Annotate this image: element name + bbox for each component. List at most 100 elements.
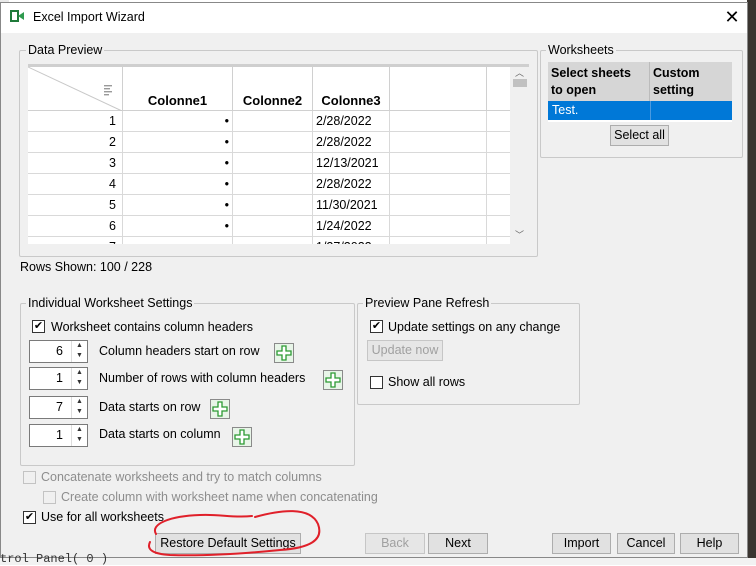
colonne2-cell[interactable]: [233, 132, 313, 153]
empty-cell[interactable]: [390, 237, 487, 244]
row-number-cell[interactable]: 2: [28, 132, 123, 153]
rows-shown-text: Rows Shown: 100 / 228: [20, 260, 153, 274]
row-number-cell[interactable]: 7: [28, 237, 123, 244]
background-text: trol Panel( 0 ): [0, 552, 109, 566]
worksheet-name[interactable]: Test.: [552, 103, 578, 117]
empty-cell[interactable]: [390, 132, 487, 153]
colonne1-cell[interactable]: •: [123, 153, 233, 174]
scroll-down-icon[interactable]: ﹀: [515, 228, 524, 241]
colonne2-cell[interactable]: [233, 216, 313, 237]
spin-up-icon[interactable]: ▲: [72, 368, 87, 378]
worksheets-table[interactable]: Select sheets to open Custom setting Tes…: [548, 62, 732, 122]
empty-cell[interactable]: [390, 195, 487, 216]
colonne2-cell[interactable]: [233, 153, 313, 174]
worksheets-col-custom[interactable]: Custom setting: [650, 62, 732, 101]
spin-down-icon[interactable]: ▼: [72, 435, 87, 445]
grid-corner[interactable]: [28, 67, 123, 111]
colonne2-cell[interactable]: [233, 195, 313, 216]
colonne1-cell[interactable]: •: [123, 216, 233, 237]
spin-down-icon[interactable]: ▼: [72, 351, 87, 361]
column-header-colonne1[interactable]: Colonne1: [123, 67, 233, 111]
spinner-value[interactable]: 1: [56, 371, 63, 385]
concatenate-checkbox[interactable]: [23, 471, 36, 484]
spinner-value[interactable]: 6: [56, 344, 63, 358]
colonne2-cell[interactable]: [233, 174, 313, 195]
grid-vertical-scrollbar[interactable]: ︿ ﹀: [510, 67, 529, 244]
spin-up-icon[interactable]: ▲: [72, 425, 87, 435]
row-number-cell[interactable]: 4: [28, 174, 123, 195]
worksheets-col-select[interactable]: Select sheets to open: [548, 62, 650, 101]
individual-settings-legend: Individual Worksheet Settings: [26, 296, 195, 310]
worksheets-legend: Worksheets: [546, 43, 616, 57]
add-icon[interactable]: [232, 427, 252, 447]
back-button[interactable]: Back: [365, 533, 425, 554]
row-number-cell[interactable]: 1: [28, 111, 123, 132]
cancel-button[interactable]: Cancel: [617, 533, 675, 554]
next-button[interactable]: Next: [428, 533, 488, 554]
empty-cell[interactable]: [390, 174, 487, 195]
update-on-change-checkbox[interactable]: ✔: [370, 320, 383, 333]
help-button[interactable]: Help: [680, 533, 739, 554]
show-all-rows-label[interactable]: Show all rows: [388, 375, 465, 389]
background-right: [747, 0, 756, 565]
colonne2-cell[interactable]: [233, 237, 313, 244]
header-rows-count-spinner[interactable]: 1 ▲ ▼: [29, 367, 88, 390]
select-all-button[interactable]: Select all: [610, 125, 669, 146]
colonne3-cell[interactable]: 1/27/2022: [313, 237, 390, 244]
use-all-worksheets-checkbox[interactable]: ✔: [23, 511, 36, 524]
header-start-row-spinner[interactable]: 6 ▲ ▼: [29, 340, 88, 363]
colonne3-cell[interactable]: 1/24/2022: [313, 216, 390, 237]
data-start-column-label: Data starts on column: [99, 427, 221, 441]
colonne3-cell[interactable]: 12/13/2021: [313, 153, 390, 174]
add-icon[interactable]: [274, 343, 294, 363]
colonne3-cell[interactable]: 2/28/2022: [313, 111, 390, 132]
data-start-column-spinner[interactable]: 1 ▲ ▼: [29, 424, 88, 447]
spinner-value[interactable]: 7: [56, 400, 63, 414]
colonne1-cell[interactable]: •: [123, 174, 233, 195]
row-number-cell[interactable]: 5: [28, 195, 123, 216]
header-start-row-label: Column headers start on row: [99, 344, 260, 358]
scroll-thumb[interactable]: [513, 79, 527, 87]
colonne3-cell[interactable]: 11/30/2021: [313, 195, 390, 216]
contains-headers-label[interactable]: Worksheet contains column headers: [51, 320, 253, 334]
excel-import-icon: [9, 8, 25, 24]
concatenate-label[interactable]: Concatenate worksheets and try to match …: [41, 470, 322, 484]
import-button[interactable]: Import: [552, 533, 611, 554]
colonne3-cell[interactable]: 2/28/2022: [313, 174, 390, 195]
add-icon[interactable]: [323, 370, 343, 390]
data-start-row-spinner[interactable]: 7 ▲ ▼: [29, 396, 88, 419]
column-header-colonne2[interactable]: Colonne2: [233, 67, 313, 111]
empty-cell[interactable]: [390, 153, 487, 174]
create-column-label[interactable]: Create column with worksheet name when c…: [61, 490, 378, 504]
column-header-colonne3[interactable]: Colonne3: [313, 67, 390, 111]
show-all-rows-checkbox[interactable]: [370, 376, 383, 389]
empty-cell[interactable]: [390, 111, 487, 132]
create-column-checkbox[interactable]: [43, 491, 56, 504]
background-console-text: trol Panel( 0 ): [0, 552, 756, 566]
spinner-value[interactable]: 1: [56, 428, 63, 442]
empty-cell[interactable]: [390, 216, 487, 237]
spin-down-icon[interactable]: ▼: [72, 378, 87, 388]
spin-up-icon[interactable]: ▲: [72, 341, 87, 351]
spin-down-icon[interactable]: ▼: [72, 407, 87, 417]
spin-up-icon[interactable]: ▲: [72, 397, 87, 407]
add-icon[interactable]: [210, 399, 230, 419]
header-rows-count-label: Number of rows with column headers: [99, 371, 306, 385]
colonne1-cell[interactable]: •: [123, 111, 233, 132]
colonne2-cell[interactable]: [233, 111, 313, 132]
update-now-button[interactable]: Update now: [367, 340, 443, 361]
close-icon[interactable]: ✕: [720, 6, 744, 28]
data-preview-grid[interactable]: Colonne1 Colonne2 Colonne3 1 • 2/28/2022 2 •…: [28, 64, 529, 244]
update-on-change-label[interactable]: Update settings on any change: [388, 320, 560, 334]
data-start-row-label: Data starts on row: [99, 400, 201, 414]
colonne1-cell[interactable]: •: [123, 195, 233, 216]
data-preview-legend: Data Preview: [26, 43, 105, 57]
contains-headers-checkbox[interactable]: ✔: [32, 320, 45, 333]
colonne3-cell[interactable]: 2/28/2022: [313, 132, 390, 153]
colonne1-cell[interactable]: •: [123, 132, 233, 153]
colonne1-cell[interactable]: [123, 237, 233, 244]
row-number-cell[interactable]: 3: [28, 153, 123, 174]
preview-refresh-legend: Preview Pane Refresh: [363, 296, 492, 310]
scroll-up-icon[interactable]: ︿: [515, 66, 524, 79]
row-number-cell[interactable]: 6: [28, 216, 123, 237]
